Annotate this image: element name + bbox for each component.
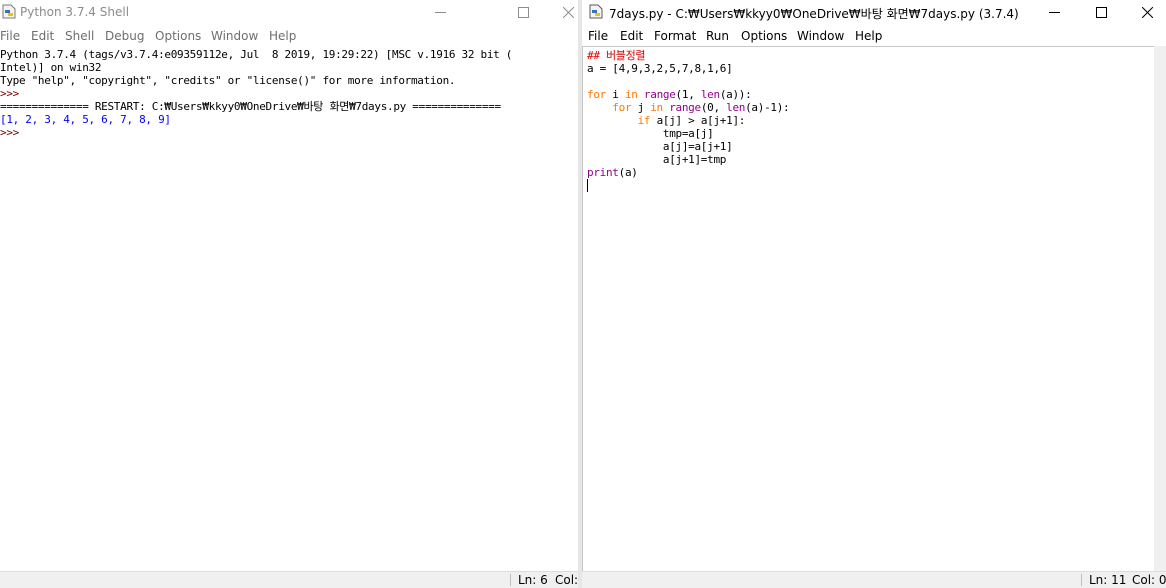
close-icon	[1141, 6, 1153, 18]
shell-menu-edit[interactable]: Edit	[31, 27, 54, 45]
shell-banner-line: Python 3.7.4 (tags/v3.7.4:e09359112e, Ju…	[0, 48, 513, 61]
editor-status-line: Ln: 11	[1089, 573, 1127, 587]
shell-close-button[interactable]	[545, 0, 578, 24]
shell-output-line: [1, 2, 3, 4, 5, 6, 7, 8, 9]	[0, 113, 171, 126]
builtin-print: print	[587, 166, 619, 179]
editor-menu-file[interactable]: File	[588, 27, 608, 45]
maximize-icon	[517, 6, 529, 18]
code-line: for i in range(1, len(a)):	[587, 88, 752, 101]
shell-menu-shell[interactable]: Shell	[65, 27, 94, 45]
code-line: tmp=a[j]	[587, 127, 714, 140]
editor-menu-edit[interactable]: Edit	[620, 27, 643, 45]
close-icon	[562, 6, 574, 18]
text-cursor	[587, 179, 588, 192]
code-line: a[j]=a[j+1]	[587, 140, 733, 153]
code-token: (a)-1):	[745, 101, 790, 114]
shell-statusbar: Ln: 6 Col:	[0, 571, 578, 588]
editor-minimize-button[interactable]	[1031, 0, 1077, 24]
maximize-icon	[1095, 6, 1107, 18]
editor-window-title: 7days.py - C:₩Users₩kkyy0₩OneDrive₩바탕 화면…	[609, 7, 1019, 21]
editor-vertical-scrollbar[interactable]	[1154, 46, 1166, 571]
editor-menu-format[interactable]: Format	[654, 27, 696, 45]
minimize-icon	[1048, 11, 1060, 13]
builtin-range: range	[643, 88, 676, 101]
shell-status-line: Ln: 6	[518, 573, 548, 587]
status-separator	[1081, 574, 1082, 586]
shell-menu-debug[interactable]: Debug	[105, 27, 144, 45]
editor-status-column: Col: 0	[1132, 573, 1166, 587]
shell-window: Python 3.7.4 Shell File Edit Shell Debug…	[0, 0, 578, 588]
keyword-for: for	[612, 101, 632, 114]
builtin-len: len	[726, 101, 746, 114]
shell-status-column: Col:	[555, 573, 578, 587]
code-token: (1,	[675, 88, 701, 101]
builtin-len: len	[700, 88, 720, 101]
shell-minimize-button[interactable]	[417, 0, 463, 24]
code-line: a[j+1]=tmp	[587, 153, 727, 166]
shell-menu-help[interactable]: Help	[269, 27, 296, 45]
shell-prompt: >>>	[0, 126, 26, 139]
code-token: a[j] > a[j+1]:	[650, 114, 746, 127]
code-token: (a)	[618, 166, 638, 179]
editor-titlebar[interactable]: 7days.py - C:₩Users₩kkyy0₩OneDrive₩바탕 화면…	[582, 0, 1166, 24]
editor-menu-run[interactable]: Run	[706, 27, 729, 45]
editor-maximize-button[interactable]	[1078, 0, 1124, 24]
editor-menu-help[interactable]: Help	[855, 27, 882, 45]
shell-menu-options[interactable]: Options	[155, 27, 201, 45]
shell-menu-file[interactable]: File	[0, 27, 20, 45]
shell-banner-line: Type "help", "copyright", "credits" or "…	[0, 74, 456, 87]
editor-text-area[interactable]: ## 버블정렬 a = [4,9,3,2,5,7,8,1,6] for i in…	[582, 46, 1166, 571]
code-token: i	[605, 88, 625, 101]
builtin-range: range	[669, 101, 701, 114]
code-token: (a)):	[719, 88, 752, 101]
code-token: j	[631, 101, 651, 114]
shell-maximize-button[interactable]	[500, 0, 546, 24]
code-line: a = [4,9,3,2,5,7,8,1,6]	[587, 62, 733, 75]
shell-banner-line: Intel)] on win32	[0, 61, 102, 74]
editor-menu-window[interactable]: Window	[797, 27, 844, 45]
shell-menu-window[interactable]: Window	[211, 27, 258, 45]
code-line: if a[j] > a[j+1]:	[587, 114, 746, 127]
editor-menubar: File Edit Format Run Options Window Help	[582, 27, 1166, 45]
editor-statusbar: Ln: 11 Col: 0	[582, 571, 1166, 588]
python-idle-icon	[2, 4, 16, 19]
status-separator	[510, 574, 511, 586]
shell-window-title: Python 3.7.4 Shell	[20, 5, 130, 19]
editor-menu-options[interactable]: Options	[741, 27, 787, 45]
shell-text-area[interactable]: Python 3.7.4 (tags/v3.7.4:e09359112e, Ju…	[0, 46, 578, 571]
keyword-for: for	[587, 88, 606, 101]
editor-window: 7days.py - C:₩Users₩kkyy0₩OneDrive₩바탕 화면…	[582, 0, 1166, 588]
python-file-icon	[589, 4, 603, 19]
editor-close-button[interactable]	[1124, 0, 1166, 24]
keyword-in: in	[650, 101, 663, 114]
keyword-in: in	[624, 88, 638, 101]
minimize-icon	[434, 11, 446, 13]
shell-restart-line: ============== RESTART: C:₩Users₩kkyy0₩O…	[0, 100, 501, 113]
code-line: for j in range(0, len(a)-1):	[587, 101, 789, 114]
code-comment-line: ## 버블정렬	[587, 49, 646, 62]
shell-menubar: File Edit Shell Debug Options Window Hel…	[0, 27, 578, 45]
code-token: (0,	[700, 101, 727, 114]
keyword-if: if	[637, 114, 651, 127]
shell-prompt: >>>	[0, 87, 26, 100]
shell-titlebar[interactable]: Python 3.7.4 Shell	[0, 0, 578, 24]
code-line: print(a)	[587, 166, 638, 179]
